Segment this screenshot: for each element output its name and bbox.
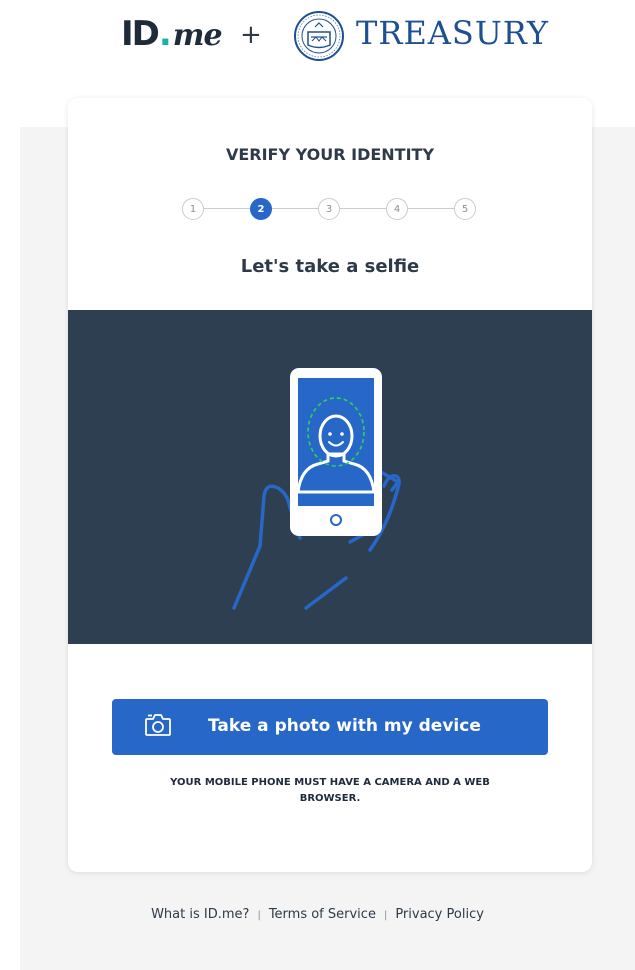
step-2-current: 2: [250, 198, 272, 220]
idme-logo-id: ID: [121, 14, 160, 54]
step-connector: [340, 208, 386, 209]
footer-separator: |: [257, 910, 261, 921]
step-5: 5: [454, 198, 476, 220]
footer-link-privacy-policy[interactable]: Privacy Policy: [395, 907, 484, 922]
phone: [290, 368, 382, 536]
camera-requirement-notice: YOUR MOBILE PHONE MUST HAVE A CAMERA AND…: [170, 777, 490, 804]
footer-link-what-is-idme[interactable]: What is ID.me?: [151, 907, 249, 922]
card-title: VERIFY YOUR IDENTITY: [225, 145, 435, 164]
footer-separator: |: [383, 910, 388, 921]
treasury-seal-icon: [294, 11, 344, 61]
step-3: 3: [318, 198, 340, 220]
step-4: 4: [386, 198, 408, 220]
footer: What is ID.me? | Terms of Service | Privacy …: [0, 907, 635, 922]
step-connector: [204, 208, 250, 209]
step-connector: [272, 208, 318, 209]
phone-selfie-illustration: [232, 368, 401, 610]
take-photo-button-label: Take a photo with my device: [208, 716, 481, 736]
step-1: 1: [182, 198, 204, 220]
take-photo-button[interactable]: Take a photo with my device: [112, 699, 548, 755]
plus-sign: +: [240, 20, 262, 50]
verification-card: VERIFY YOUR IDENTITY 1 2 3 4 5 Let's tak…: [68, 98, 592, 872]
idme-logo[interactable]: ID. me: [121, 14, 223, 58]
idme-logo-dot: .: [158, 14, 172, 54]
footer-link-terms-of-service[interactable]: Terms of Service: [269, 907, 376, 922]
idme-logo-me: me: [172, 18, 223, 53]
selfie-illustration-panel: [68, 310, 592, 644]
header: ID. me + TREASURY: [0, 0, 635, 70]
step-connector: [408, 208, 454, 209]
progress-stepper: 1 2 3 4 5: [182, 198, 480, 220]
step-heading: Let's take a selfie: [240, 256, 420, 277]
treasury-wordmark: TREASURY: [356, 14, 550, 52]
camera-icon: [145, 714, 171, 736]
